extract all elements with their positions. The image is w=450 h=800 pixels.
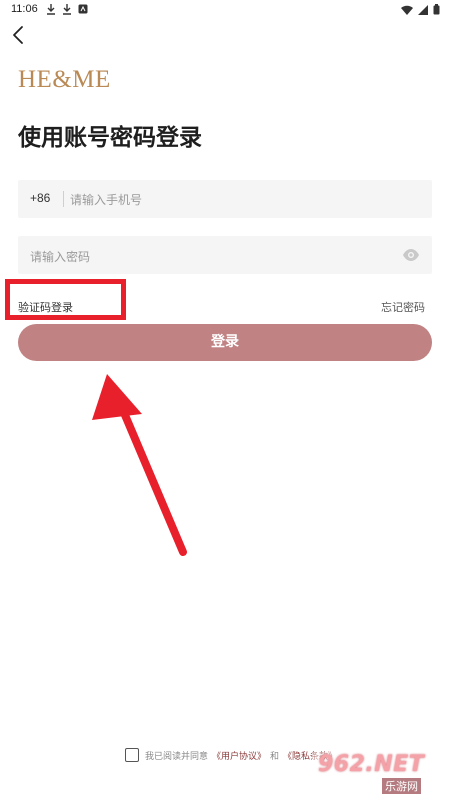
page-title: 使用账号密码登录 bbox=[18, 125, 202, 151]
password-input[interactable]: 请输入密码 bbox=[18, 236, 432, 274]
password-placeholder: 请输入密码 bbox=[30, 250, 91, 264]
notification-icons bbox=[46, 4, 88, 15]
chevron-left-icon bbox=[13, 26, 23, 44]
watermark-sub: 乐游网 bbox=[382, 778, 421, 794]
agreement-row: 我已阅读并同意 《用户协议》 和 《隐私条款》 bbox=[125, 748, 337, 762]
download-icon bbox=[47, 4, 55, 15]
agreement-checkbox[interactable] bbox=[125, 748, 139, 762]
eye-icon[interactable] bbox=[402, 248, 420, 262]
system-icons bbox=[401, 4, 440, 15]
battery-icon bbox=[433, 4, 440, 15]
user-agreement-link[interactable]: 《用户协议》 bbox=[212, 749, 266, 762]
download-icon bbox=[63, 4, 71, 15]
annotation-highlight-box bbox=[5, 279, 126, 320]
status-time: 11:06 bbox=[11, 3, 38, 15]
agreement-prefix: 我已阅读并同意 bbox=[145, 751, 209, 762]
forgot-password-link[interactable]: 忘记密码 bbox=[381, 299, 425, 315]
phone-placeholder: 请输入手机号 bbox=[70, 193, 143, 207]
login-button[interactable]: 登录 bbox=[18, 324, 432, 361]
watermark: 962.NET 乐游网 bbox=[312, 752, 444, 794]
agreement-and: 和 bbox=[270, 751, 280, 762]
signal-icon bbox=[418, 4, 428, 15]
phone-input[interactable]: +86 请输入手机号 bbox=[18, 180, 432, 218]
app-notification-icon bbox=[78, 4, 88, 14]
back-button[interactable] bbox=[8, 24, 30, 46]
wifi-icon bbox=[401, 5, 413, 15]
watermark-brand: 962.NET bbox=[318, 752, 425, 777]
status-bar: 11:06 bbox=[0, 0, 450, 20]
brand-logo: HE&ME bbox=[18, 66, 111, 93]
country-code-selector[interactable]: +86 bbox=[30, 191, 50, 205]
divider bbox=[63, 191, 64, 207]
